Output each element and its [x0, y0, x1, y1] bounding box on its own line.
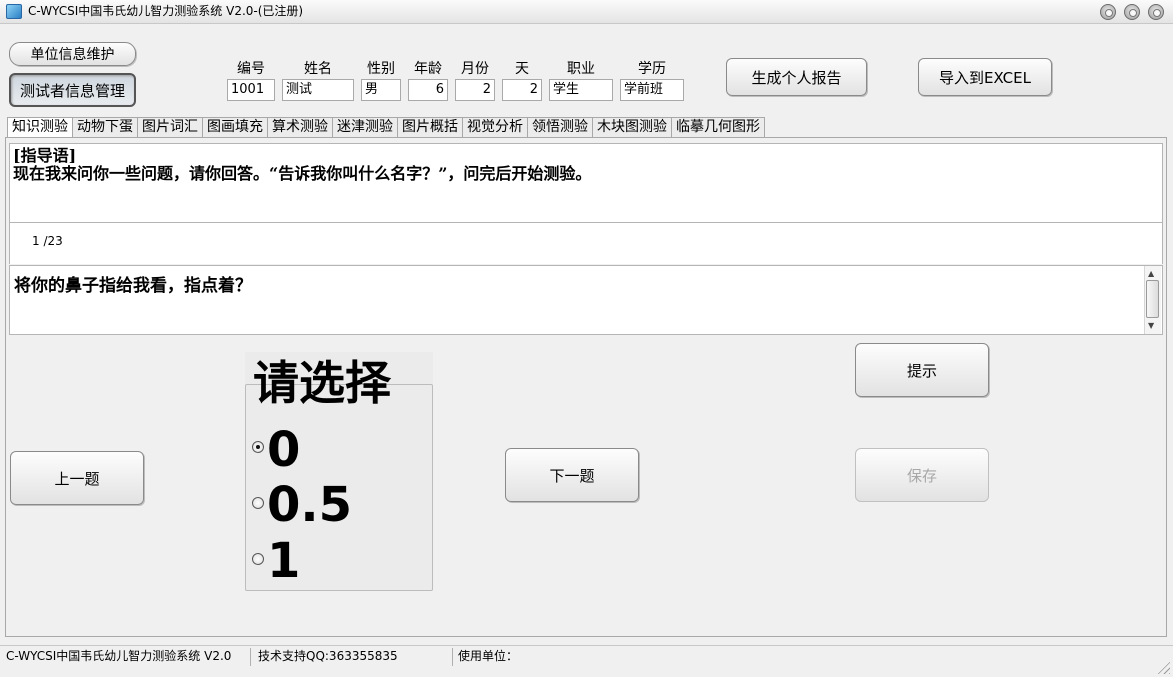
month-field[interactable]: 2 [455, 79, 495, 101]
name-field[interactable]: 测试 [282, 79, 354, 101]
instruction-heading: [指导语] [13, 146, 77, 165]
id-field[interactable]: 1001 [227, 79, 275, 101]
day-field[interactable]: 2 [502, 79, 542, 101]
tab-visual-analysis[interactable]: 视觉分析 [462, 117, 528, 137]
age-field[interactable]: 6 [408, 79, 448, 101]
close-button[interactable] [1148, 4, 1164, 20]
name-label: 姓名 [304, 61, 332, 77]
option-0-radio[interactable] [252, 441, 264, 453]
education-label: 学历 [638, 61, 666, 77]
option-0-label[interactable]: 0 [267, 423, 300, 477]
gender-field[interactable]: 男 [361, 79, 401, 101]
tab-picture-summary[interactable]: 图片概括 [397, 117, 463, 137]
scroll-thumb[interactable] [1146, 280, 1159, 318]
tab-picture-completion[interactable]: 图画填充 [202, 117, 268, 137]
prev-question-button[interactable]: 上一题 [10, 451, 144, 505]
scroll-down-icon[interactable]: ▼ [1148, 321, 1154, 330]
export-excel-button[interactable]: 导入到EXCEL [918, 58, 1052, 96]
maximize-button[interactable] [1124, 4, 1140, 20]
tab-animal-eggs[interactable]: 动物下蛋 [72, 117, 138, 137]
gender-label: 性别 [367, 61, 395, 77]
tab-mazes[interactable]: 迷津测验 [332, 117, 398, 137]
age-label: 年龄 [414, 61, 442, 77]
choice-title: 请选择 [253, 356, 391, 410]
option-1-radio[interactable] [252, 553, 264, 565]
tab-arithmetic[interactable]: 算术测验 [267, 117, 333, 137]
status-unit: 使用单位： [458, 649, 519, 663]
app-icon [6, 4, 22, 19]
question-counter: 1 /23 [32, 234, 63, 248]
day-label: 天 [515, 61, 529, 77]
tab-geometric-design[interactable]: 临摹几何图形 [671, 117, 765, 137]
education-field[interactable]: 学前班 [620, 79, 684, 101]
hint-button[interactable]: 提示 [855, 343, 989, 397]
instruction-text: 现在我来问你一些问题，请你回答。“告诉我你叫什么名字？”，问完后开始测验。 [13, 164, 592, 183]
unit-info-button[interactable]: 单位信息维护 [9, 42, 136, 66]
option-1-label[interactable]: 1 [267, 534, 300, 588]
tab-knowledge[interactable]: 知识测验 [7, 117, 73, 137]
tester-info-button[interactable]: 测试者信息管理 [9, 73, 136, 107]
scroll-up-icon[interactable]: ▲ [1148, 269, 1154, 278]
id-label: 编号 [237, 61, 265, 77]
month-label: 月份 [461, 61, 489, 77]
status-divider [452, 648, 453, 666]
instruction-box: [指导语] 现在我来问你一些问题，请你回答。“告诉我你叫什么名字？”，问完后开始… [9, 143, 1163, 223]
occupation-label: 职业 [567, 61, 595, 77]
occupation-field[interactable]: 学生 [549, 79, 613, 101]
question-textarea[interactable]: 将你的鼻子指给我看，指点着？ [9, 265, 1163, 335]
option-0.5-label[interactable]: 0.5 [267, 478, 352, 532]
save-button[interactable]: 保存 [855, 448, 989, 502]
tab-picture-vocabulary[interactable]: 图片词汇 [137, 117, 203, 137]
status-divider [250, 648, 251, 666]
test-tabs: 知识测验 动物下蛋 图片词汇 图画填充 算术测验 迷津测验 图片概括 视觉分析 … [7, 117, 765, 137]
status-app-name: C-WYCSI中国韦氏幼儿智力测验系统 V2.0 [6, 649, 232, 663]
option-0.5-radio[interactable] [252, 497, 264, 509]
window-title: C-WYCSI中国韦氏幼儿智力测验系统 V2.0-(已注册) [28, 4, 304, 18]
next-question-button[interactable]: 下一题 [505, 448, 639, 502]
minimize-button[interactable] [1100, 4, 1116, 20]
generate-report-button[interactable]: 生成个人报告 [726, 58, 867, 96]
tab-block-design[interactable]: 木块图测验 [592, 117, 672, 137]
tab-comprehension[interactable]: 领悟测验 [527, 117, 593, 137]
status-support: 技术支持QQ:363355835 [258, 649, 398, 663]
counter-band [9, 223, 1163, 264]
